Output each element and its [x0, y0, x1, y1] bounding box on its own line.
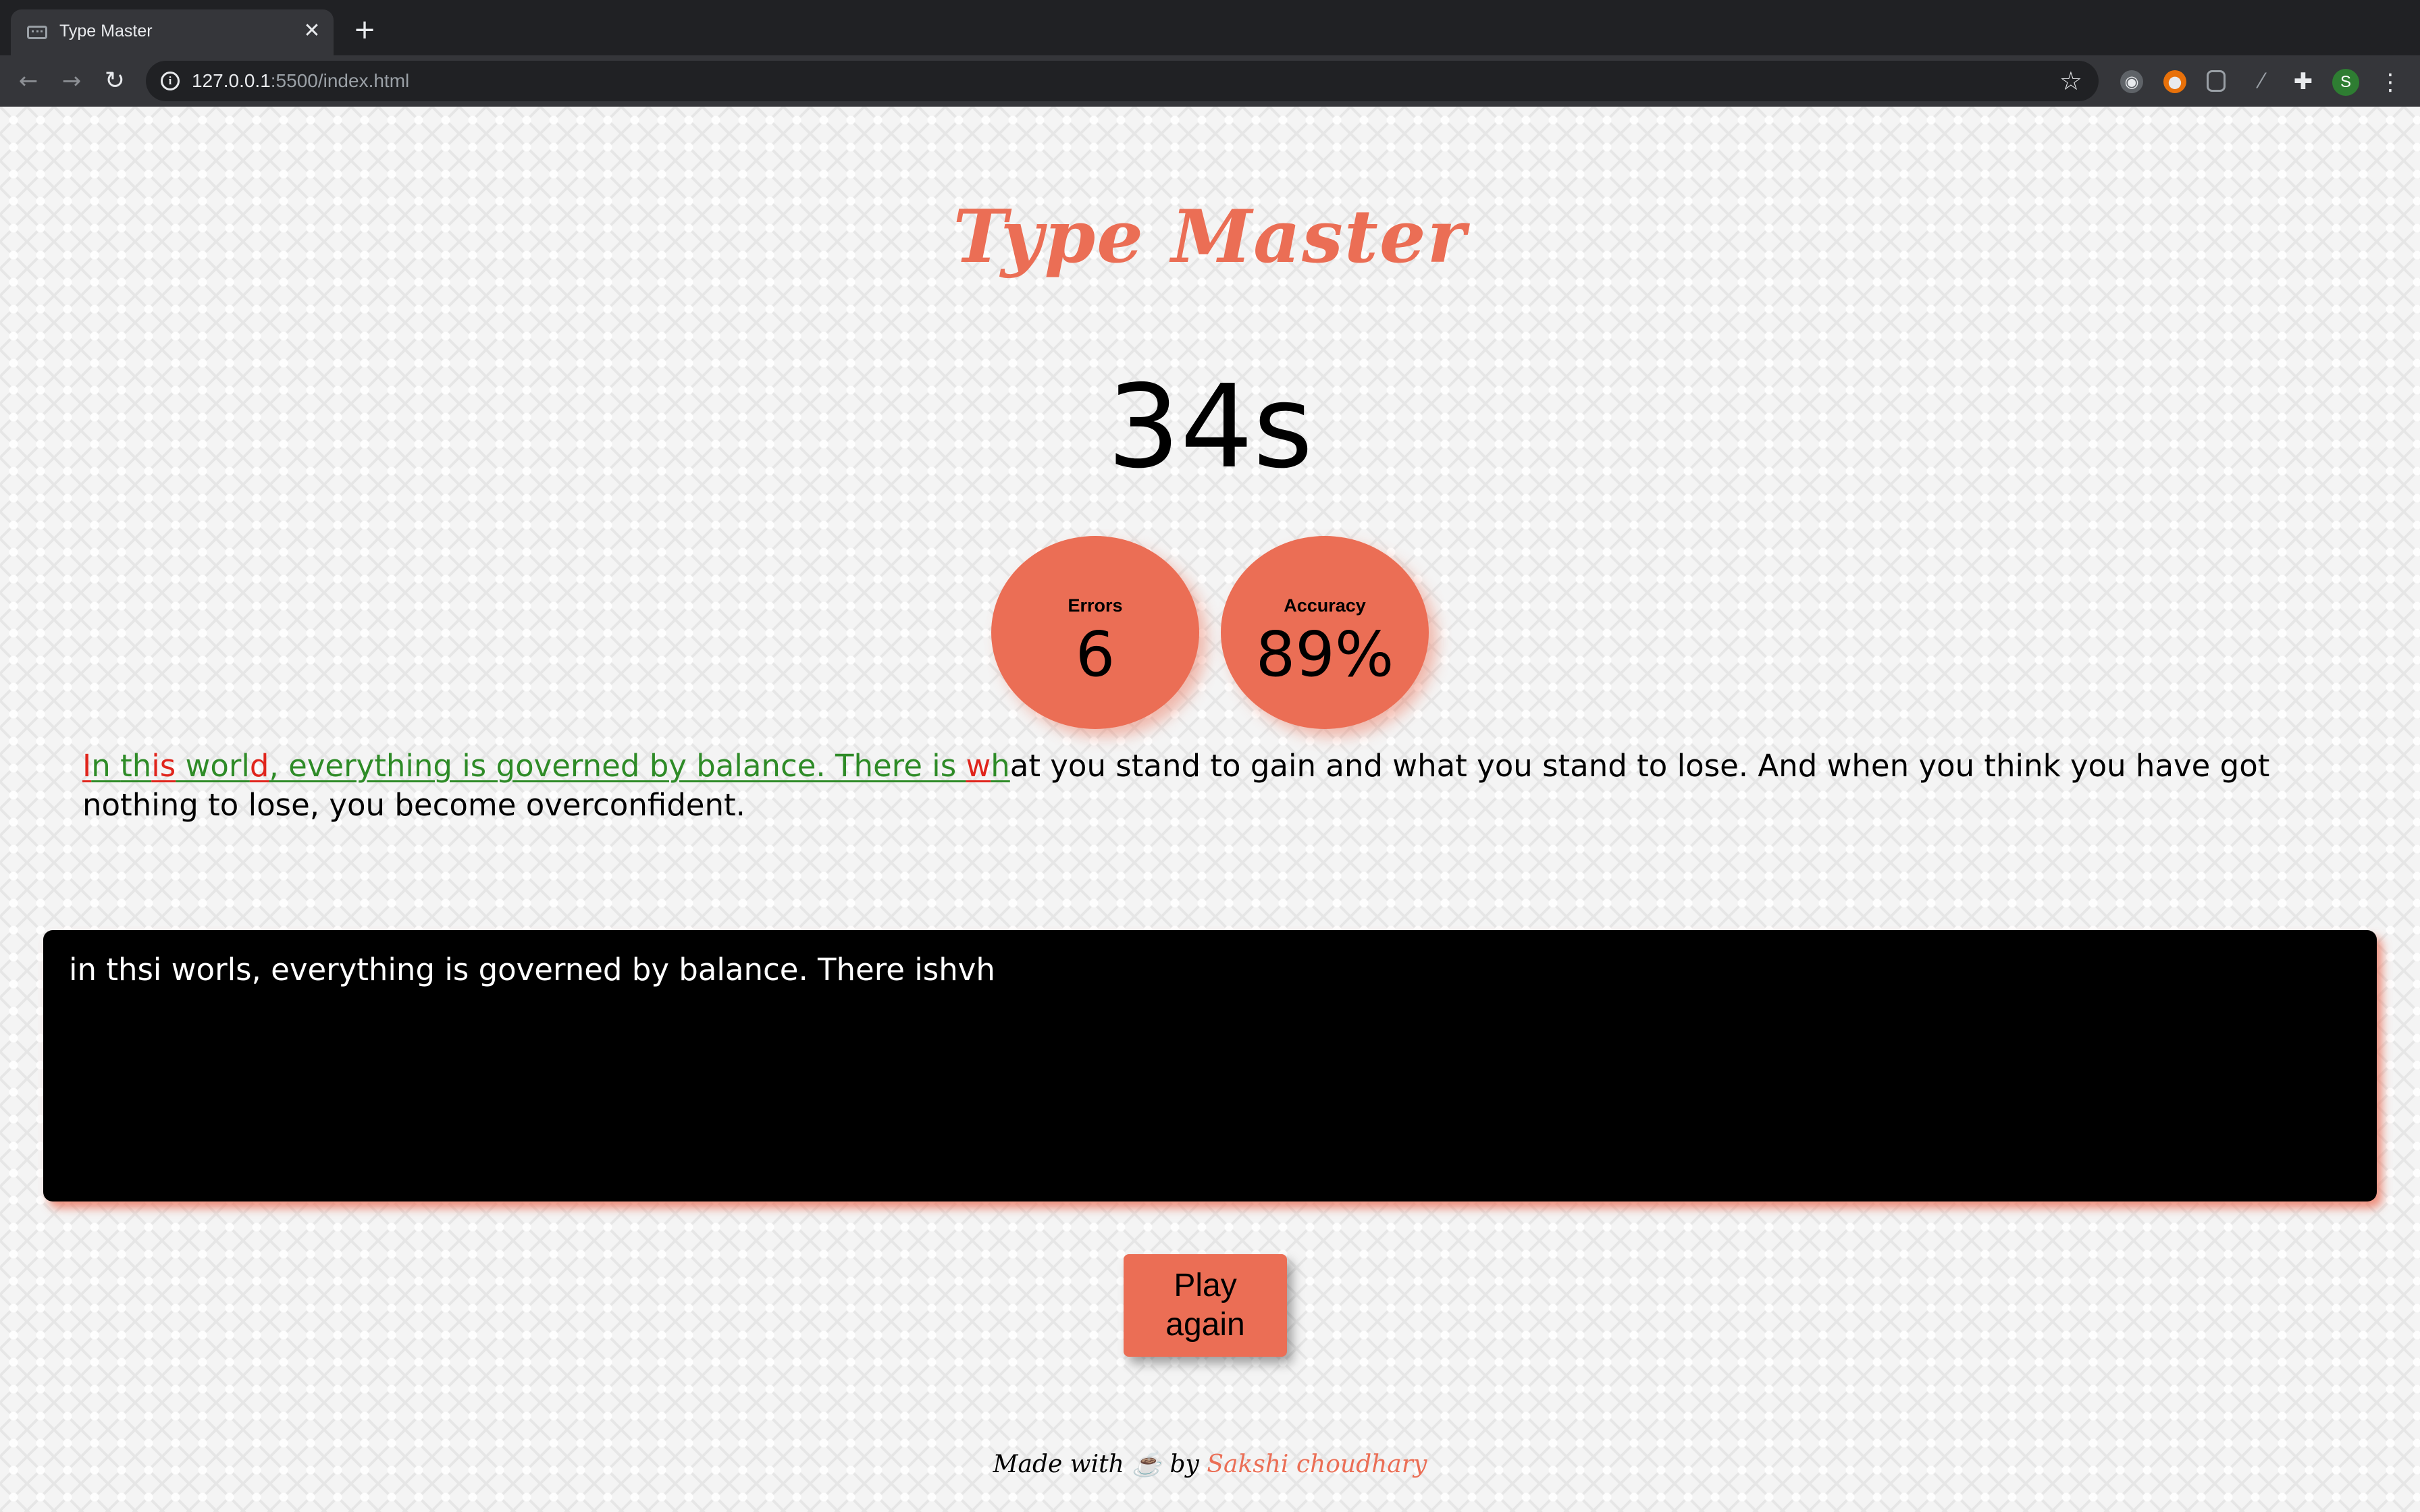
- extension-icon[interactable]: ◉: [2120, 70, 2143, 93]
- play-again-button[interactable]: Play again: [1124, 1254, 1287, 1357]
- url-path: :5500/index.html: [270, 70, 410, 91]
- typing-input[interactable]: in thsi worls, everything is governed by…: [43, 930, 2377, 1202]
- info-icon[interactable]: i: [161, 72, 180, 90]
- quote-char-wrong: d: [249, 748, 269, 784]
- errors-label: Errors: [1068, 595, 1123, 616]
- browser-toolbar: ← → ↻ i 127.0.0.1:5500/index.html ☆ ◉ ● …: [0, 55, 2420, 107]
- extension-icon[interactable]: [2207, 70, 2226, 92]
- forward-icon[interactable]: →: [57, 66, 86, 96]
- timer: 34s: [1107, 360, 1313, 494]
- accuracy-label: Accuracy: [1284, 595, 1366, 616]
- quote-char-correct: worl: [176, 748, 250, 784]
- quote-char-wrong: I: [82, 748, 92, 784]
- tab-close-icon[interactable]: ✕: [298, 18, 325, 45]
- profile-avatar[interactable]: S: [2332, 69, 2359, 96]
- page-body: Type Master 34s Errors 6 Accuracy 89% In…: [0, 107, 2420, 1512]
- quote-char-correct: n: [91, 748, 121, 784]
- page-title: Type Master: [953, 194, 1467, 279]
- quote-char-correct: h: [991, 748, 1010, 784]
- new-tab-button[interactable]: +: [351, 16, 378, 43]
- back-icon[interactable]: ←: [14, 66, 43, 96]
- footer: Made with ☕ by Sakshi choudhary: [0, 1450, 2420, 1478]
- quote-char-correct: th: [120, 748, 152, 784]
- author-link[interactable]: Sakshi choudhary: [1207, 1451, 1427, 1478]
- accuracy-card: Accuracy 89%: [1221, 536, 1429, 729]
- errors-card: Errors 6: [991, 536, 1199, 729]
- address-bar[interactable]: i 127.0.0.1:5500/index.html ☆: [146, 61, 2099, 101]
- url-text[interactable]: 127.0.0.1:5500/index.html: [192, 70, 409, 92]
- accuracy-value: 89%: [1255, 618, 1394, 691]
- tab-title: Type Master: [59, 22, 153, 40]
- footer-text: Made with ☕ by: [993, 1451, 1207, 1478]
- url-host: 127.0.0.1: [192, 70, 271, 91]
- browser-tabstrip: Type Master ✕ +: [0, 0, 2420, 55]
- keyboard-favicon-icon: [27, 26, 47, 39]
- quote-text: In this world, everything is governed by…: [82, 747, 2338, 825]
- quote-char-correct: , everything is governed by balance. The…: [269, 748, 966, 784]
- extension-icon[interactable]: ⁄: [2250, 70, 2273, 93]
- quote-char-wrong: w: [966, 748, 991, 784]
- errors-value: 6: [1075, 618, 1115, 691]
- extension-icon[interactable]: ●: [2163, 70, 2186, 93]
- quote-char-wrong: is: [151, 748, 176, 784]
- browser-tab[interactable]: Type Master ✕: [11, 9, 334, 55]
- reload-icon[interactable]: ↻: [100, 66, 130, 96]
- menu-icon[interactable]: ⋮: [2377, 68, 2404, 97]
- puzzle-icon[interactable]: ✚: [2292, 70, 2315, 93]
- bookmark-star-icon[interactable]: ☆: [2059, 66, 2082, 96]
